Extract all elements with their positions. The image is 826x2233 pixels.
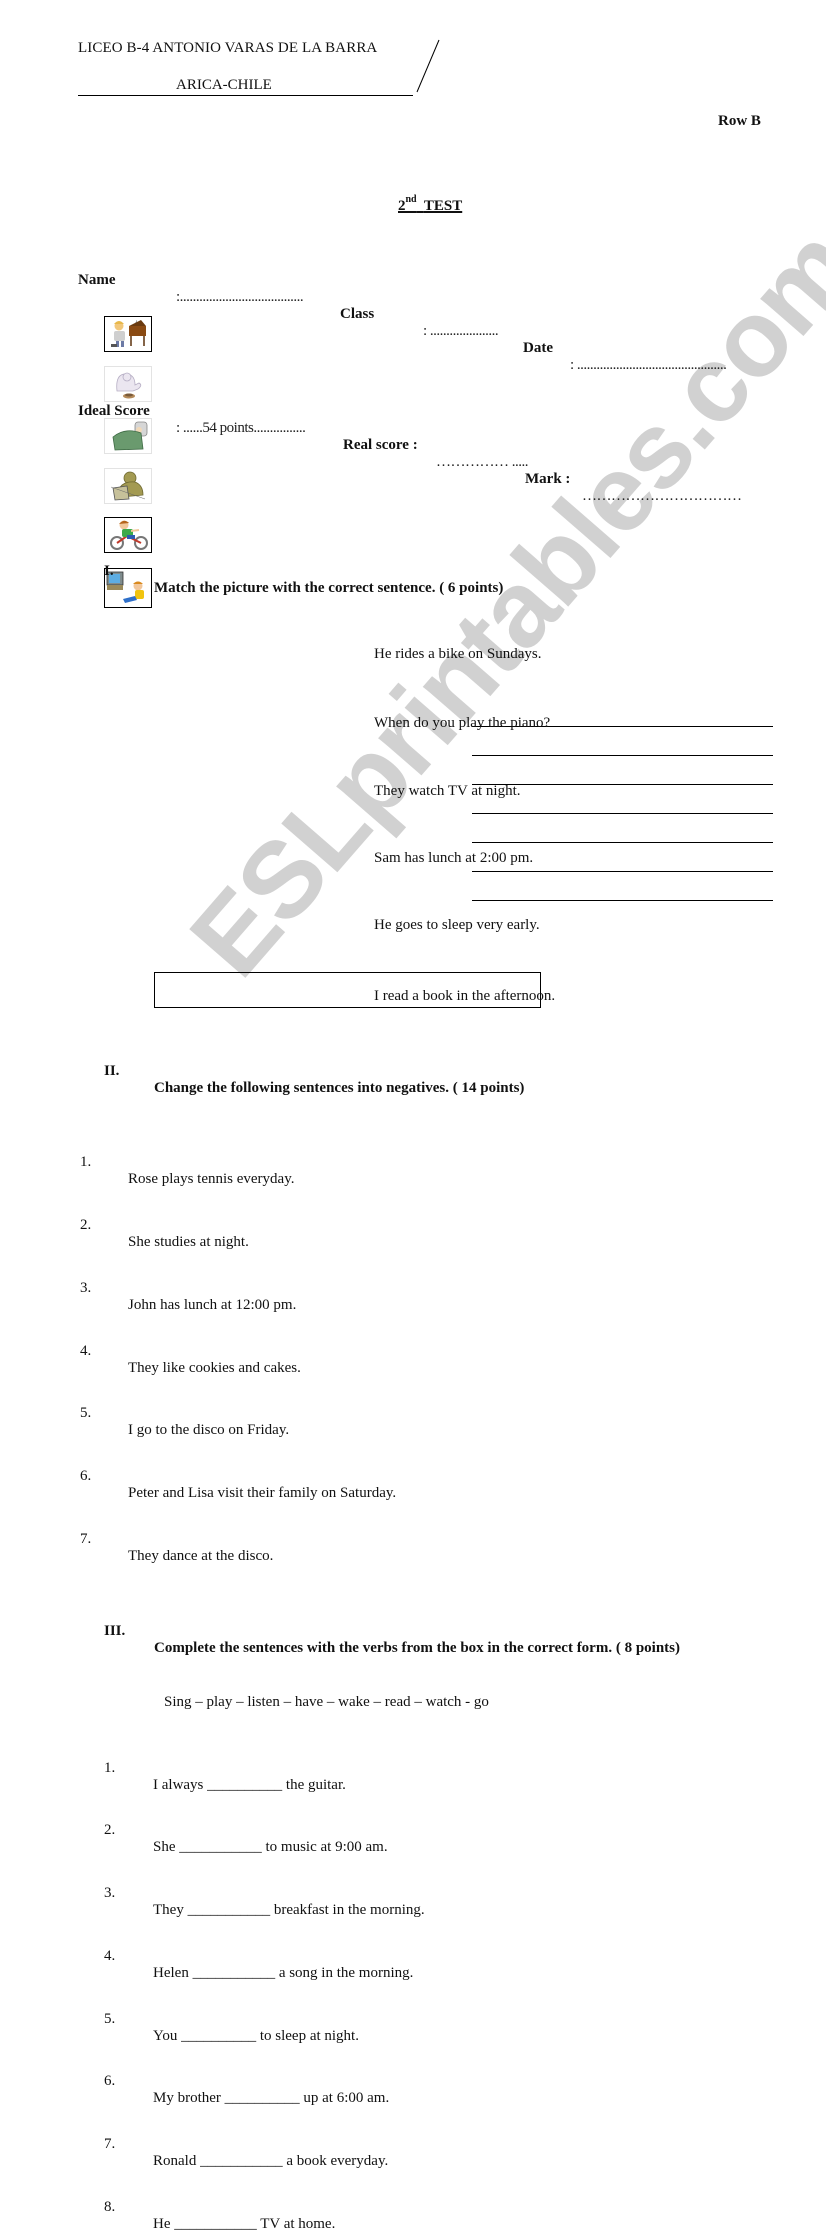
complete-item-number: 4. — [104, 1948, 116, 1964]
match-sentence-6: I read a book in the afternoon. — [374, 988, 556, 1004]
person-reading-book-icon — [110, 471, 146, 501]
match-sentence-5: He goes to sleep very early. — [374, 917, 540, 933]
header-underline — [78, 95, 413, 96]
match-sentence-2: When do you play the piano? — [374, 715, 551, 731]
date-label: Date — [523, 340, 553, 356]
class-label: Class — [340, 306, 375, 322]
negative-item-text: They like cookies and cakes. — [128, 1360, 301, 1376]
complete-item-number: 6. — [104, 2073, 116, 2089]
section-1-heading: Match the picture with the correct sente… — [154, 580, 504, 596]
negative-item-text: They dance at the disco. — [128, 1548, 274, 1564]
negative-item-text: John has lunch at 12:00 pm. — [128, 1297, 297, 1313]
complete-item-text[interactable]: They ___________ breakfast in the mornin… — [153, 1902, 826, 1919]
negative-item-number: 5. — [80, 1405, 92, 1421]
school-name: LICEO B-4 ANTONIO VARAS DE LA BARRA — [78, 40, 378, 56]
answer-line[interactable] — [472, 900, 773, 901]
complete-item-text[interactable]: My brother __________ up at 6:00 am. — [153, 2090, 826, 2107]
complete-item-number: 3. — [104, 1885, 116, 1901]
title-ordinal-suffix: nd — [405, 194, 417, 205]
class-field[interactable]: : ..................... — [423, 323, 826, 340]
test-title: 2nd TEST — [398, 194, 826, 215]
title-word: TEST — [423, 198, 463, 214]
complete-item-text[interactable]: She ___________ to music at 9:00 am. — [153, 1839, 826, 1856]
negative-item-number: 7. — [80, 1531, 92, 1547]
complete-item-number: 8. — [104, 2199, 116, 2215]
negative-item-text: Rose plays tennis everyday. — [128, 1171, 295, 1187]
match-sentence-3: They watch TV at night. — [374, 783, 521, 799]
complete-item-text[interactable]: Helen ___________ a song in the morning. — [153, 1965, 826, 1982]
title-ordinal: 2 — [398, 198, 406, 214]
real-score-field[interactable]: …………… ..... — [436, 454, 826, 471]
section-2-number: II. — [104, 1063, 120, 1079]
negative-item-number: 1. — [80, 1154, 92, 1170]
picture-4 — [104, 468, 152, 504]
mark-field[interactable]: …………………………… — [582, 488, 826, 505]
picture-3 — [104, 418, 152, 454]
real-score-label: Real score : — [343, 437, 418, 453]
answer-line[interactable] — [472, 755, 773, 756]
answer-line[interactable] — [472, 842, 773, 843]
person-sleeping-in-bed-icon — [112, 421, 148, 451]
mark-label: Mark : — [525, 471, 571, 487]
negative-item-text: Peter and Lisa visit their family on Sat… — [128, 1485, 397, 1501]
picture-5 — [104, 517, 152, 553]
answer-line[interactable] — [472, 813, 773, 814]
complete-item-number: 2. — [104, 1822, 116, 1838]
school-city: ARICA-CHILE — [176, 77, 272, 93]
complete-item-number: 5. — [104, 2011, 116, 2027]
section-2-heading: Change the following sentences into nega… — [154, 1080, 525, 1096]
ideal-score-value: : ......54 points................ — [176, 420, 306, 436]
answer-line[interactable] — [472, 871, 773, 872]
section-3-number: III. — [104, 1623, 126, 1639]
person-having-lunch-icon — [116, 372, 142, 399]
match-sentence-1: He rides a bike on Sundays. — [374, 646, 542, 662]
negative-item-text: I go to the disco on Friday. — [128, 1422, 290, 1438]
complete-item-text[interactable]: You __________ to sleep at night. — [153, 2028, 826, 2045]
row-label: Row B — [718, 113, 761, 129]
date-field[interactable]: : ......................................… — [570, 357, 826, 374]
section-3-heading: Complete the sentences with the verbs fr… — [154, 1640, 681, 1656]
complete-item-number: 1. — [104, 1760, 116, 1776]
boy-riding-bike-icon — [110, 520, 148, 550]
negative-item-number: 4. — [80, 1343, 92, 1359]
complete-item-text[interactable]: He ___________ TV at home. — [153, 2216, 826, 2233]
picture-1: ♪ — [104, 316, 152, 352]
ideal-score-label: Ideal Score — [78, 403, 150, 419]
negative-item-number: 2. — [80, 1217, 92, 1233]
boy-playing-piano-icon: ♪ — [111, 320, 146, 347]
section-1-number: I. — [104, 563, 114, 579]
complete-item-text[interactable]: Ronald ___________ a book everyday. — [153, 2153, 826, 2170]
verb-box-text: Sing – play – listen – have – wake – rea… — [164, 1694, 489, 1710]
complete-item-number: 7. — [104, 2136, 116, 2152]
complete-item-text[interactable]: I always __________ the guitar. — [153, 1777, 826, 1794]
picture-2 — [104, 366, 152, 402]
negative-item-number: 6. — [80, 1468, 92, 1484]
name-label: Name — [78, 272, 116, 288]
match-sentence-4: Sam has lunch at 2:00 pm. — [374, 850, 534, 866]
negative-item-number: 3. — [80, 1280, 92, 1296]
negative-item-text: She studies at night. — [128, 1234, 249, 1250]
name-field[interactable]: :...................................... — [176, 289, 826, 306]
